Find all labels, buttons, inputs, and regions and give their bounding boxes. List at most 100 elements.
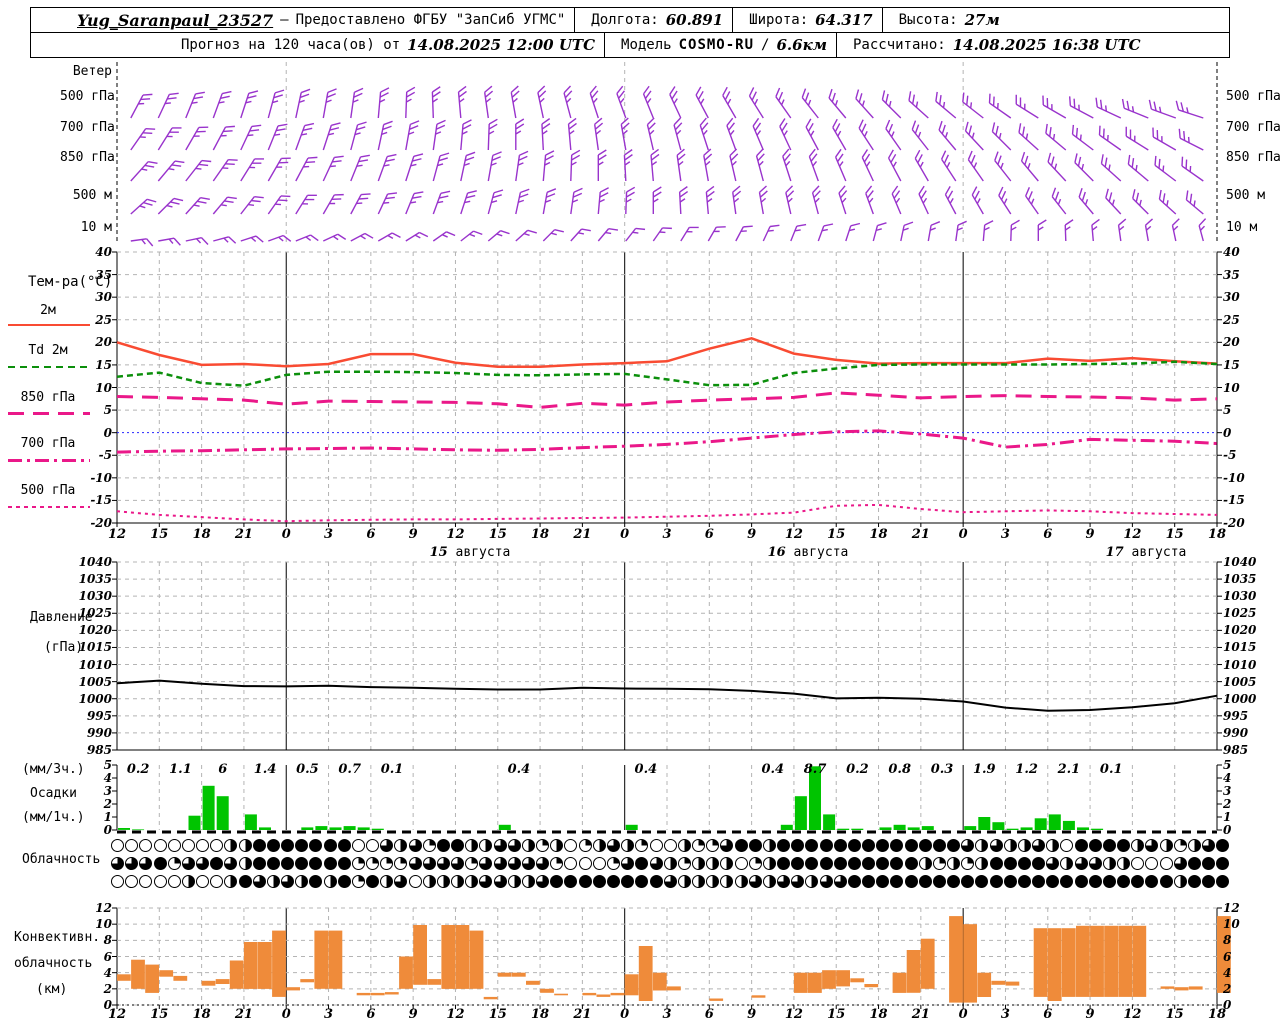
cloud-cover-circle	[777, 857, 790, 870]
cloud-cover-circle	[578, 839, 592, 852]
cloud-cover-circle	[252, 857, 266, 870]
hour-label: 6	[1043, 527, 1053, 542]
cloud-cover-circle	[436, 839, 450, 852]
precip-axis-tick: 0	[103, 823, 112, 837]
hour-label: 6	[704, 1007, 714, 1022]
precip-sum-label: 6	[218, 762, 228, 777]
hour-label: 18	[869, 1007, 888, 1022]
wind-level-label: 500 м	[72, 188, 112, 203]
cloud-cover-circle	[238, 857, 252, 870]
precip-sum-label: 0.1	[1099, 762, 1123, 777]
calc-label: Рассчитано:	[852, 37, 946, 53]
hour-label: 18	[192, 527, 211, 542]
cloud-cover-circle	[1173, 857, 1187, 870]
hour-label: 18	[1207, 1007, 1227, 1022]
hour-label: 6	[366, 527, 376, 542]
hour-label: 3	[1000, 527, 1010, 542]
hour-label: 9	[408, 527, 418, 542]
hour-label: 9	[747, 527, 757, 542]
cloud-cover-circle	[592, 839, 606, 852]
cloud-panel-title: Облачность	[22, 852, 101, 867]
pressure-axis-tick: 1035	[78, 572, 112, 587]
cloud-cover-circle	[578, 857, 592, 870]
pressure-axis-tick: 1025	[1223, 606, 1257, 621]
cloud-cover-circle	[607, 857, 620, 870]
cloud-cover-circle	[238, 875, 252, 888]
precip-sum-label: 0.5	[296, 762, 319, 777]
cloud-cover-circle	[351, 875, 365, 888]
cloud-cover-circle	[762, 857, 776, 870]
date-label: 16 августа	[767, 545, 849, 560]
cloud-cover-circle	[692, 875, 705, 888]
cloud-cover-circle	[507, 875, 521, 888]
hour-label: 0	[620, 1007, 630, 1022]
cloud-cover-circle	[493, 857, 507, 870]
cloud-cover-circle	[748, 857, 762, 870]
cloud-cover-circle	[904, 857, 918, 870]
cloud-cover-circle	[181, 839, 195, 852]
cloud-cover-circle	[1187, 857, 1201, 870]
cloud-cover-circle	[621, 857, 635, 870]
run-time: 14.08.2025 12:00 UTC	[407, 36, 596, 54]
cloud-cover-circle	[649, 875, 663, 888]
forecast-prefix: Прогноз на 120 часа(ов) от	[181, 37, 401, 53]
hour-label: 9	[408, 1007, 418, 1022]
cloud-cover-circle	[507, 857, 521, 870]
temp-axis-tick: 25	[1223, 312, 1240, 327]
cloud-cover-circle	[607, 875, 620, 888]
hour-label: 9	[1085, 1007, 1095, 1022]
cloud-cover-circle	[1003, 875, 1017, 888]
temp-axis-tick: -20	[90, 516, 112, 530]
cloud-cover-circle	[1017, 839, 1031, 852]
hour-label: 0	[958, 527, 968, 542]
cloud-cover-circle	[337, 839, 351, 852]
cloud-cover-circle	[1088, 857, 1102, 870]
cloud-cover-circle	[607, 839, 620, 852]
cloud-cover-circle	[847, 839, 861, 852]
date-number: 15	[429, 545, 448, 560]
altitude-label: Высота:	[898, 12, 958, 28]
cloud-cover-circle	[1088, 875, 1102, 888]
cloud-cover-circle	[1032, 875, 1045, 888]
cloud-cover-circle	[167, 857, 181, 870]
hour-label: 21	[911, 527, 930, 542]
cloud-cover-circle	[408, 875, 422, 888]
longitude-label: Долгота:	[591, 12, 659, 28]
cloud-cover-circle	[436, 875, 450, 888]
cloud-cover-circle	[1173, 875, 1187, 888]
precip-axis-tick: 2	[103, 797, 112, 811]
cloud-cover-circle	[252, 839, 266, 852]
hour-label: 3	[324, 527, 334, 542]
pressure-axis-tick: 1005	[1223, 674, 1257, 689]
wind-level-label: 700 гПа	[60, 120, 115, 135]
precip-axis-tick: 1	[103, 810, 112, 824]
cloud-cover-circle	[692, 857, 705, 870]
longitude-value: 60.891	[665, 11, 724, 29]
temp-axis-tick: 15	[95, 357, 112, 372]
cloud-cover-circle	[663, 857, 677, 870]
precip-axis-tick: 3	[103, 784, 112, 798]
temp-axis-tick: 0	[1223, 425, 1232, 440]
cloud-cover-circle	[1074, 839, 1088, 852]
hour-label: 15	[488, 527, 507, 542]
cloud-cover-circle	[862, 857, 875, 870]
cloud-cover-circle	[904, 839, 918, 852]
convective-axis-tick: 6	[1223, 949, 1232, 964]
hour-label: 18	[869, 527, 888, 542]
date-label: 17 августа	[1105, 545, 1187, 560]
cloud-cover-circle	[1187, 839, 1201, 852]
cloud-cover-circle	[847, 875, 861, 888]
hour-label: 12	[784, 1007, 803, 1022]
cloud-cover-circle	[734, 857, 748, 870]
hour-label: 9	[1085, 527, 1095, 542]
hour-label: 21	[911, 1007, 930, 1022]
header-divider	[604, 33, 606, 57]
hour-label: 12	[107, 1007, 127, 1022]
hour-label: 18	[531, 1007, 550, 1022]
hour-label: 15	[827, 1007, 846, 1022]
cloud-cover-circle	[677, 875, 691, 888]
hour-label: 0	[281, 527, 291, 542]
hour-label: 12	[784, 527, 803, 542]
cloud-cover-circle	[1173, 839, 1187, 852]
cloud-cover-circle	[677, 857, 691, 870]
